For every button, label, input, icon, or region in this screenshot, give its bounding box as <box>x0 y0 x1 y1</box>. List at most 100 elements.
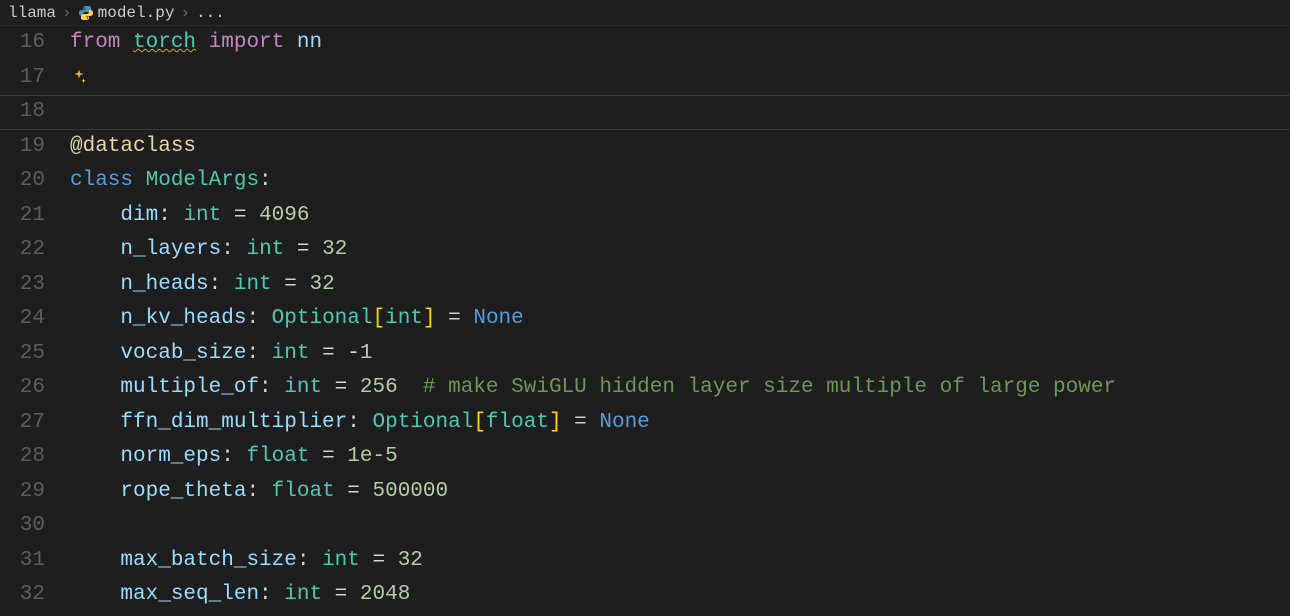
code-token: = <box>309 342 347 365</box>
code-token: : <box>209 273 234 296</box>
code-token: = <box>335 480 373 503</box>
line-number: 24 <box>0 302 45 337</box>
code-line[interactable]: max_seq_len: int = 2048 <box>70 578 1290 613</box>
line-number: 17 <box>0 61 45 96</box>
code-token <box>70 342 120 365</box>
code-line[interactable]: vocab_size: int = -1 <box>70 337 1290 372</box>
line-number: 28 <box>0 440 45 475</box>
code-token: = <box>322 376 360 399</box>
code-token: int <box>385 307 423 330</box>
code-token <box>70 411 120 434</box>
line-number: 23 <box>0 268 45 303</box>
copilot-sparkle-icon <box>70 61 88 96</box>
code-token: : <box>246 342 271 365</box>
code-token <box>70 273 120 296</box>
code-token: None <box>599 411 649 434</box>
line-number: 20 <box>0 164 45 199</box>
code-token: nn <box>297 31 322 54</box>
code-token: : <box>259 169 272 192</box>
breadcrumb-item-folder[interactable]: llama <box>8 4 56 22</box>
code-token: Optional <box>372 411 473 434</box>
code-token: rope_theta <box>120 480 246 503</box>
code-line[interactable]: multiple_of: int = 256 # make SwiGLU hid… <box>70 371 1290 406</box>
code-token: : <box>259 376 284 399</box>
code-token: max_seq_len <box>120 583 259 606</box>
line-number: 27 <box>0 406 45 441</box>
code-token <box>70 376 120 399</box>
code-token: = <box>309 445 347 468</box>
code-line[interactable]: ffn_dim_multiplier: Optional[float] = No… <box>70 406 1290 441</box>
code-token: int <box>284 583 322 606</box>
code-line[interactable]: rope_theta: float = 500000 <box>70 475 1290 510</box>
breadcrumb-item-file[interactable]: model.py <box>98 4 175 22</box>
code-token: 32 <box>309 273 334 296</box>
code-line[interactable]: norm_eps: float = 1e-5 <box>70 440 1290 475</box>
code-line[interactable]: dim: int = 4096 <box>70 199 1290 234</box>
code-token: None <box>473 307 523 330</box>
code-token <box>70 238 120 261</box>
code-token: norm_eps <box>120 445 221 468</box>
code-token: [ <box>473 411 486 434</box>
code-token: = <box>272 273 310 296</box>
code-token: 32 <box>322 238 347 261</box>
code-token: 4096 <box>259 204 309 227</box>
code-token: float <box>246 445 309 468</box>
code-content[interactable]: from torch import nn@dataclassclass Mode… <box>70 26 1290 613</box>
code-token: from <box>70 31 133 54</box>
breadcrumb-item-symbol[interactable]: ... <box>196 4 225 22</box>
line-number: 18 <box>0 95 45 130</box>
code-token: class <box>70 169 146 192</box>
code-token <box>70 583 120 606</box>
code-token: = <box>436 307 474 330</box>
code-line[interactable]: @dataclass <box>70 130 1290 165</box>
code-token: 2048 <box>360 583 410 606</box>
code-line[interactable]: n_heads: int = 32 <box>70 268 1290 303</box>
code-token: = <box>221 204 259 227</box>
code-token: : <box>246 307 271 330</box>
code-token: 256 <box>360 376 398 399</box>
code-token: 1e-5 <box>347 445 397 468</box>
code-token: ModelArgs <box>146 169 259 192</box>
line-number: 26 <box>0 371 45 406</box>
code-token: = <box>322 583 360 606</box>
code-token: vocab_size <box>120 342 246 365</box>
code-line[interactable] <box>70 61 1290 96</box>
code-line[interactable]: from torch import nn <box>70 26 1290 61</box>
code-line[interactable] <box>70 95 1290 130</box>
line-number: 29 <box>0 475 45 510</box>
code-token <box>70 549 120 572</box>
code-token <box>398 376 423 399</box>
code-token <box>70 445 120 468</box>
code-token: dim <box>120 204 158 227</box>
code-line[interactable]: class ModelArgs: <box>70 164 1290 199</box>
line-number: 30 <box>0 509 45 544</box>
chevron-right-icon: › <box>180 4 190 22</box>
code-token: torch <box>133 31 196 54</box>
code-line[interactable]: n_kv_heads: Optional[int] = None <box>70 302 1290 337</box>
code-token: # make SwiGLU hidden layer size multiple… <box>423 376 1116 399</box>
code-token: ] <box>549 411 562 434</box>
code-token: : <box>158 204 183 227</box>
breadcrumb[interactable]: llama › model.py › ... <box>0 0 1290 26</box>
code-token: int <box>322 549 360 572</box>
code-token: 500000 <box>373 480 449 503</box>
line-number: 16 <box>0 26 45 61</box>
code-token: = <box>360 549 398 572</box>
code-token: int <box>272 342 310 365</box>
code-token: max_batch_size <box>120 549 296 572</box>
code-token <box>196 31 209 54</box>
line-number: 21 <box>0 199 45 234</box>
code-token: - <box>347 342 360 365</box>
code-token: 32 <box>398 549 423 572</box>
code-line[interactable]: n_layers: int = 32 <box>70 233 1290 268</box>
code-token: Optional <box>272 307 373 330</box>
code-token: : <box>246 480 271 503</box>
code-token: n_kv_heads <box>120 307 246 330</box>
code-token: [ <box>373 307 386 330</box>
line-number-gutter: 1617181920212223242526272829303132 <box>0 26 70 613</box>
code-editor[interactable]: 1617181920212223242526272829303132 from … <box>0 26 1290 613</box>
code-token <box>70 480 120 503</box>
code-token: : <box>297 549 322 572</box>
code-line[interactable] <box>70 509 1290 544</box>
code-line[interactable]: max_batch_size: int = 32 <box>70 544 1290 579</box>
